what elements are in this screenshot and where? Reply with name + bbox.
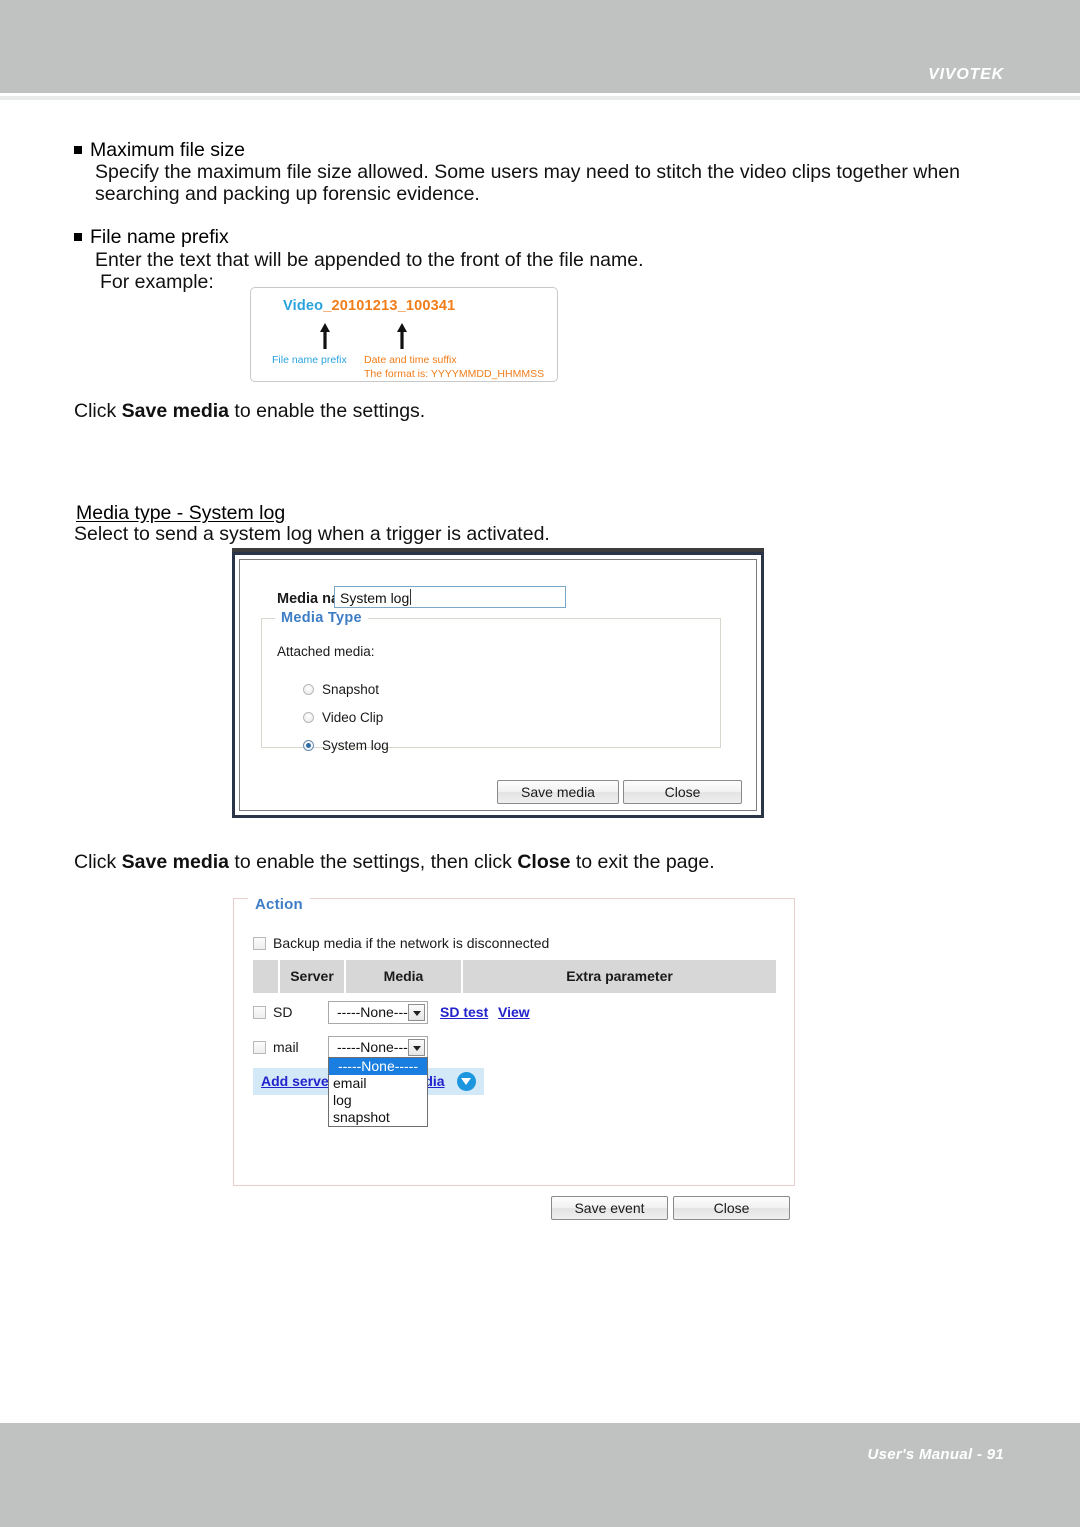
- mail-media-dropdown-list[interactable]: -----None----- email log snapshot: [328, 1057, 428, 1127]
- mail-row-checkbox[interactable]: [253, 1041, 266, 1054]
- bullet-maximum-file-size: Maximum file size: [74, 139, 245, 162]
- radio-video-clip-icon[interactable]: [303, 712, 314, 723]
- page-header-bar: [0, 0, 1080, 93]
- bullet-title: Maximum file size: [90, 139, 245, 161]
- backup-media-label: Backup media if the network is disconnec…: [273, 935, 550, 951]
- bullet-file-name-prefix-line1: Enter the text that will be appended to …: [95, 249, 644, 271]
- expand-down-arrow-icon[interactable]: [457, 1072, 476, 1091]
- sd-view-link[interactable]: View: [498, 1004, 530, 1020]
- example-label-format: The format is: YYYYMMDD_HHMMSS: [364, 368, 545, 380]
- instr-bold-save-media: Save media: [121, 400, 229, 422]
- chevron-down-icon[interactable]: [408, 1004, 425, 1021]
- backup-media-checkbox[interactable]: [253, 937, 266, 950]
- action-panel-legend: Action: [248, 896, 310, 913]
- bullet-file-name-prefix: File name prefix: [74, 226, 229, 249]
- arrow-up-suffix-icon: [396, 323, 408, 349]
- mail-row-label: mail: [273, 1039, 299, 1055]
- radio-system-log-label: System log: [322, 738, 389, 753]
- attached-media-label: Attached media:: [277, 644, 375, 659]
- action-row-sd[interactable]: SD: [253, 1004, 292, 1020]
- radio-option-system-log[interactable]: System log: [303, 738, 389, 753]
- example-label-prefix: File name prefix: [272, 354, 347, 366]
- sd-row-label: SD: [273, 1004, 293, 1020]
- save-event-button[interactable]: Save event: [551, 1196, 668, 1220]
- dropdown-option-snapshot[interactable]: snapshot: [329, 1109, 427, 1126]
- sd-test-link[interactable]: SD test: [440, 1004, 488, 1020]
- instr2-bold-save-media: Save media: [121, 851, 229, 873]
- radio-option-video-clip[interactable]: Video Clip: [303, 710, 383, 725]
- media-type-dialog: Media name: Media Type Attached media: S…: [232, 552, 764, 818]
- instr2-bold-close: Close: [517, 851, 571, 873]
- dropdown-option-none[interactable]: -----None-----: [329, 1058, 427, 1075]
- instruction-save-media-2: Click Save media to enable the settings,…: [74, 851, 715, 874]
- mail-media-select-value: -----None-----: [337, 1039, 418, 1055]
- arrow-up-prefix-icon: [319, 323, 331, 349]
- section-heading-media-type-system-log: Media type - System log: [76, 502, 286, 524]
- save-media-button[interactable]: Save media: [497, 780, 619, 804]
- radio-snapshot-icon[interactable]: [303, 684, 314, 695]
- sd-media-select[interactable]: -----None-----: [328, 1001, 428, 1024]
- add-server-link[interactable]: Add server: [261, 1073, 334, 1089]
- bullet-file-name-prefix-line2: For example:: [100, 271, 214, 293]
- table-header-media: Media: [346, 960, 461, 993]
- instr2-post: to exit the page.: [570, 851, 715, 873]
- close-action-button[interactable]: Close: [673, 1196, 790, 1220]
- text-caret: [410, 589, 411, 605]
- instr2-pre: Click: [74, 851, 122, 873]
- instr2-mid: to enable the settings, then click: [229, 851, 518, 873]
- media-type-legend: Media Type: [275, 610, 368, 626]
- action-row-mail[interactable]: mail: [253, 1039, 299, 1055]
- dropdown-option-log[interactable]: log: [329, 1092, 427, 1109]
- example-filename-suffix: 20101213_100341: [331, 298, 456, 314]
- example-filename-prefix: Video: [283, 298, 324, 314]
- table-header-extra-param: Extra parameter: [463, 960, 776, 993]
- bullet-square-icon: [74, 146, 82, 154]
- section-description: Select to send a system log when a trigg…: [74, 523, 550, 545]
- backup-media-checkbox-row[interactable]: Backup media if the network is disconnec…: [253, 935, 549, 951]
- instr-pre: Click: [74, 400, 122, 422]
- brand-logo: VIVOTEK: [928, 66, 1004, 83]
- bullet-maximum-file-size-line2: searching and packing up forensic eviden…: [95, 183, 480, 205]
- radio-option-snapshot[interactable]: Snapshot: [303, 682, 379, 697]
- example-label-suffix: Date and time suffix: [364, 354, 457, 366]
- bullet-title: File name prefix: [90, 226, 229, 248]
- radio-snapshot-label: Snapshot: [322, 682, 380, 697]
- media-name-input[interactable]: [334, 586, 566, 608]
- bullet-square-icon: [74, 233, 82, 241]
- instr-post: to enable the settings.: [229, 400, 426, 422]
- instruction-save-media-1: Click Save media to enable the settings.: [74, 400, 425, 423]
- radio-system-log-icon[interactable]: [303, 740, 314, 751]
- table-header-checkbox-col: [253, 960, 278, 993]
- radio-video-clip-label: Video Clip: [322, 710, 384, 725]
- sd-row-checkbox[interactable]: [253, 1006, 266, 1019]
- dropdown-option-email[interactable]: email: [329, 1075, 427, 1092]
- page-footer-bar: [0, 1423, 1080, 1527]
- footer-page-label: User's Manual - 91: [867, 1446, 1004, 1463]
- sd-media-select-value: -----None-----: [337, 1004, 418, 1020]
- chevron-down-icon[interactable]: [408, 1039, 425, 1056]
- example-filename: Video_20101213_100341: [283, 298, 455, 314]
- file-name-example-figure: Video_20101213_100341 File name prefix D…: [250, 287, 558, 382]
- header-divider: [0, 96, 1080, 100]
- mail-media-select[interactable]: -----None-----: [328, 1036, 428, 1059]
- table-header-server: Server: [280, 960, 344, 993]
- close-dialog-button[interactable]: Close: [623, 780, 742, 804]
- bullet-maximum-file-size-line1: Specify the maximum file size allowed. S…: [95, 161, 960, 183]
